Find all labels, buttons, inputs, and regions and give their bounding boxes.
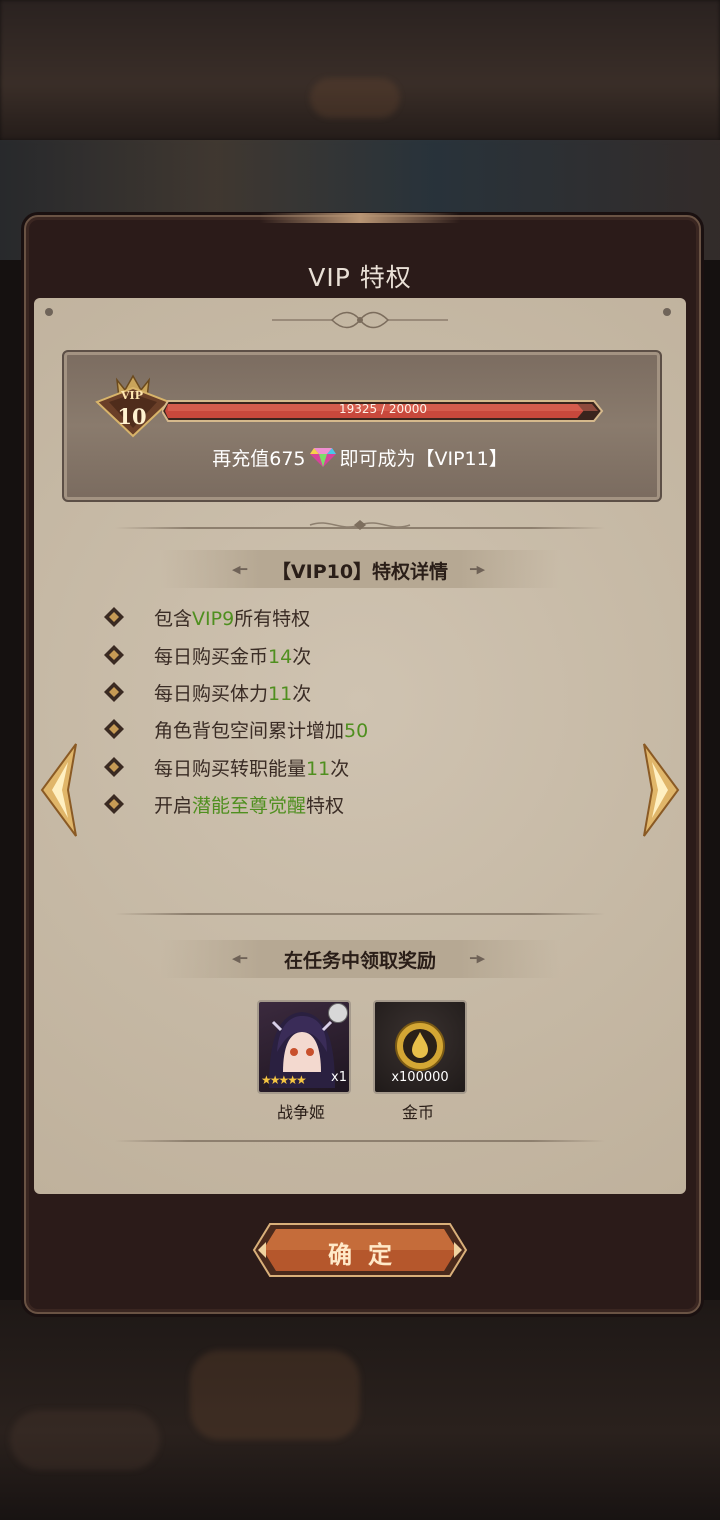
confirm-button-label[interactable]: 确定 [252,1235,468,1270]
privilege-text: 每日购买体力11次 [154,679,311,706]
divider-ornament [309,520,411,530]
privilege-text-part: 每日购买转职能量 [154,758,307,780]
diamond-bullet-icon [104,719,124,739]
vip-progress-text: 19325 / 20000 [338,402,428,416]
background-rank-blob [310,78,400,118]
privilege-highlight: 50 [344,720,369,742]
privilege-text-part: 次 [292,683,312,705]
section-divider [115,913,605,915]
background-tab-blob [10,1410,160,1470]
section-divider [115,1140,605,1142]
vip-badge-label: VIP [121,389,143,402]
star-rating: ★★★★★ [261,1073,307,1087]
title-ornament [272,311,448,329]
background-shop-blob [190,1350,360,1440]
privilege-highlight: 14 [268,646,293,668]
background-header [0,0,720,140]
privilege-highlight: 11 [268,683,293,705]
vip-level: 10 [117,404,147,429]
diamond-bullet-icon [104,682,124,702]
privileges-title: 【VIP10】特权详情 [271,561,449,583]
privilege-text-part: 包含 [154,608,193,630]
reward-name: 金币 [401,1103,434,1122]
privilege-highlight: VIP9 [192,608,235,630]
privilege-highlight: 潜能至尊觉醒 [192,795,307,817]
reward-count: x1 [331,1070,347,1085]
privilege-text-part: 所有特权 [234,608,311,630]
privilege-text-part: 角色背包空间累计增加 [154,720,345,742]
privilege-text: 开启潜能至尊觉醒特权 [154,791,344,818]
panel-stud [45,308,53,316]
privilege-text-part: 次 [330,758,350,780]
privilege-text: 包含VIP9所有特权 [154,604,310,631]
rewards-title: 在任务中领取奖励 [283,950,436,972]
privilege-text-part: 每日购买金币 [154,646,269,668]
diamond-bullet-icon [104,794,124,814]
panel-stud [663,308,671,316]
reward-item-character[interactable]: ★★★★★ x1 [257,1000,351,1094]
previous-vip-arrow-icon[interactable] [38,742,78,838]
gold-coin-icon [395,1021,445,1071]
recharge-suffix: 即可成为【VIP11】 [339,448,508,470]
privilege-text: 每日购买金币14次 [154,642,311,669]
privilege-text-part: 开启 [154,795,193,817]
recharge-prefix: 再充值675 [212,448,306,470]
diamond-bullet-icon [104,757,124,777]
reward-count: x100000 [391,1070,449,1085]
diamond-bullet-icon [104,607,124,627]
next-vip-arrow-icon[interactable] [642,742,682,838]
privilege-highlight: 11 [306,758,331,780]
privilege-text-part: 特权 [306,795,345,817]
reward-name: 战争姬 [276,1103,325,1122]
recharge-hint: 再充值675 即可成为【VIP11】 [62,444,658,473]
privilege-text: 角色背包空间累计增加50 [154,716,368,743]
reward-item-gold[interactable]: x100000 [373,1000,467,1094]
privilege-text: 每日购买转职能量11次 [154,754,349,781]
element-badge-icon [328,1003,348,1023]
privilege-text-part: 每日购买体力 [154,683,269,705]
privilege-text-part: 次 [292,646,312,668]
frame-top-ornament [260,213,460,223]
diamond-gem-icon [309,446,336,473]
dialog-title: VIP 特权 [308,263,412,292]
diamond-bullet-icon [104,645,124,665]
